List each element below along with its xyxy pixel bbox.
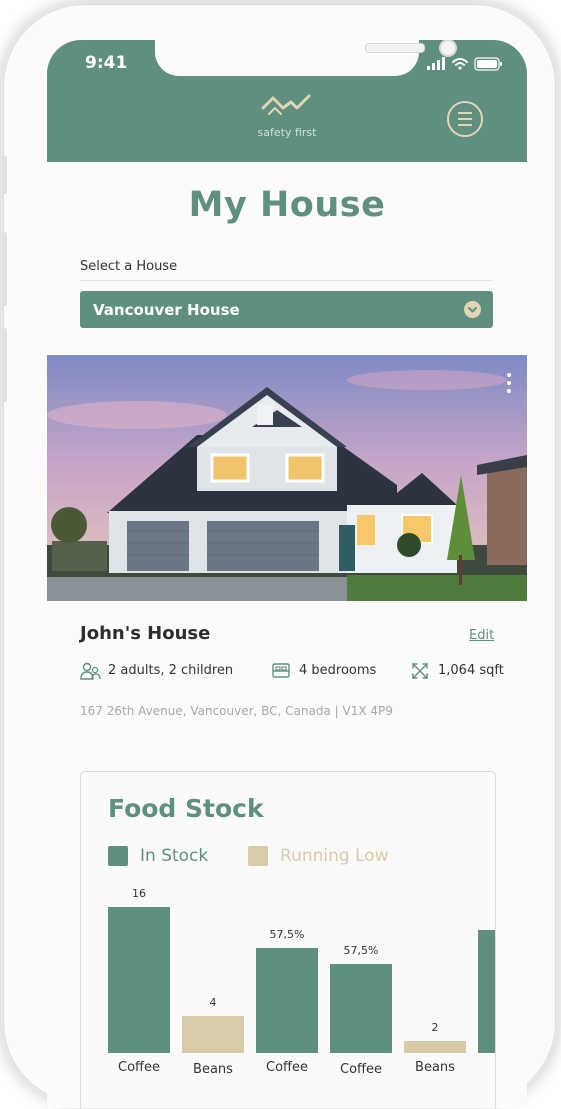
edit-link[interactable]: Edit: [469, 628, 494, 643]
bedrooms-text: 4 bedrooms: [299, 663, 377, 678]
expand-icon: [412, 663, 428, 679]
food-stock-card: Food Stock In Stock Running Low 16 Coffee…: [80, 771, 496, 1108]
chart-data-label: 57,5%: [343, 944, 379, 957]
chart-data-label: 57,5%: [269, 928, 305, 941]
chart-bar: [330, 964, 392, 1053]
device-notch: [155, 40, 457, 76]
house-select-value: Vancouver House: [93, 301, 240, 319]
chart-bar: [108, 907, 170, 1053]
speaker-grille: [365, 43, 425, 53]
house-select-dropdown[interactable]: Vancouver House: [80, 291, 493, 328]
food-stock-chart: 16 Coffee 4 Beans 57,5% Coffee 57,5% Coffee 2 Bea…: [81, 772, 495, 1108]
occupants-text: 2 adults, 2 children: [108, 663, 234, 678]
chart-bar: [256, 948, 318, 1053]
mute-switch: [2, 156, 7, 194]
chart-data-label: 5: [474, 910, 495, 923]
area-text: 1,064 sqft: [438, 663, 504, 678]
house-select-label: Select a House: [80, 259, 178, 274]
chart-data-label: 16: [132, 887, 146, 900]
app-screen: 9:41 safety first My House Select a Hous…: [47, 40, 527, 1108]
chevron-down-icon: [464, 301, 481, 318]
status-icons: [427, 56, 505, 71]
chart-data-label: 4: [209, 996, 217, 1009]
divider: [80, 280, 493, 281]
house-name: John's House: [80, 623, 211, 644]
logo-text: safety first: [257, 126, 317, 139]
menu-button[interactable]: [447, 101, 483, 137]
chart-bar: [182, 1016, 244, 1053]
page-title: My House: [188, 185, 386, 225]
chart-category-label: Coffee: [118, 1060, 160, 1075]
battery-icon: [474, 57, 502, 71]
app-logo: safety first: [255, 94, 319, 142]
wifi-icon: [452, 58, 468, 70]
volume-up-button: [2, 232, 7, 306]
chart-bar: [478, 930, 495, 1053]
bed-icon: [272, 663, 290, 678]
chart-category-label: Beans: [415, 1060, 455, 1075]
chart-bar: [404, 1041, 466, 1053]
app-header: 9:41 safety first: [47, 40, 527, 162]
more-options-icon[interactable]: [507, 373, 513, 397]
chart-category-label: Coffee: [340, 1062, 382, 1077]
menu-icon: [458, 112, 472, 114]
logo-icon: [261, 94, 311, 115]
chart-data-label: 2: [431, 1021, 439, 1034]
chart-category-label: C: [474, 1062, 495, 1077]
volume-down-button: [2, 328, 7, 402]
house-photo: [47, 355, 527, 601]
chart-category-label: Beans: [193, 1062, 233, 1077]
people-icon: [80, 662, 101, 680]
front-camera: [439, 40, 457, 57]
house-address: 167 26th Avenue, Vancouver, BC, Canada |…: [80, 704, 393, 718]
chart-category-label: Coffee: [266, 1060, 308, 1075]
status-time: 9:41: [85, 53, 128, 73]
signal-icon: [427, 57, 445, 70]
